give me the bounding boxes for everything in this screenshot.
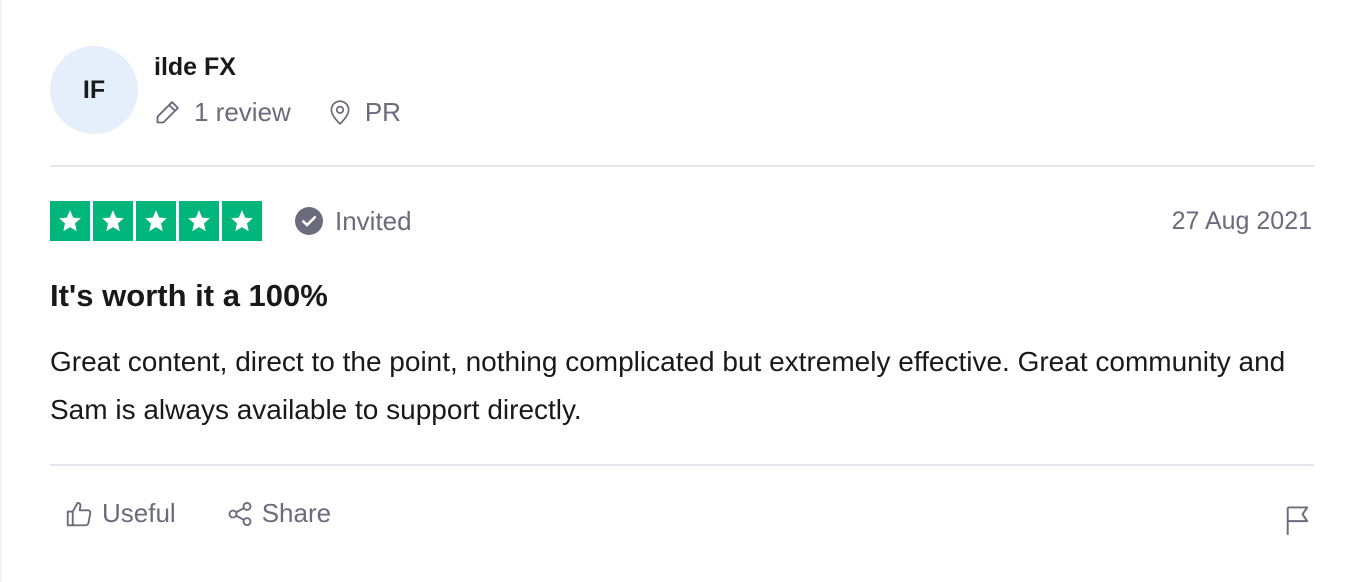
divider [50,464,1314,466]
consumer-meta: 1 review PR [154,97,401,128]
consumer-info: ilde FX 1 review PR [154,51,401,128]
useful-label: Useful [102,498,176,528]
thumbs-up-icon [64,499,102,529]
consumer-header: IF ilde FX 1 review PR [50,46,401,134]
star-rating [50,201,262,241]
share-icon [226,500,262,528]
pencil-icon [154,98,194,126]
star-icon [93,201,133,241]
star-icon [50,201,90,241]
invited-badge[interactable]: Invited [295,206,412,237]
invited-label: Invited [335,205,412,236]
review-actions: Useful Share [64,498,331,529]
location-pin-icon [327,98,365,126]
star-icon [136,201,176,241]
flag-icon [1284,504,1312,536]
consumer-name[interactable]: ilde FX [154,51,401,83]
share-button[interactable]: Share [226,498,331,529]
avatar[interactable]: IF [50,46,138,134]
divider [50,165,1314,167]
check-circle-icon [295,207,335,235]
rating-row: Invited 27 Aug 2021 [50,200,1312,242]
star-icon [222,201,262,241]
share-label: Share [261,498,332,528]
review-count-label: 1 review [194,96,291,127]
review-card: IF ilde FX 1 review PR Invited 27 Aug 20… [0,0,1358,582]
review-count: 1 review [154,97,291,128]
star-icon [179,201,219,241]
useful-button[interactable]: Useful [64,498,176,529]
review-body: Great content, direct to the point, noth… [50,346,1286,425]
review-date: 27 Aug 2021 [1171,206,1312,235]
country-label: PR [364,96,401,127]
report-button[interactable] [1284,504,1312,536]
review-title[interactable]: It's worth it a 100% [50,276,328,316]
consumer-country: PR [327,97,401,128]
